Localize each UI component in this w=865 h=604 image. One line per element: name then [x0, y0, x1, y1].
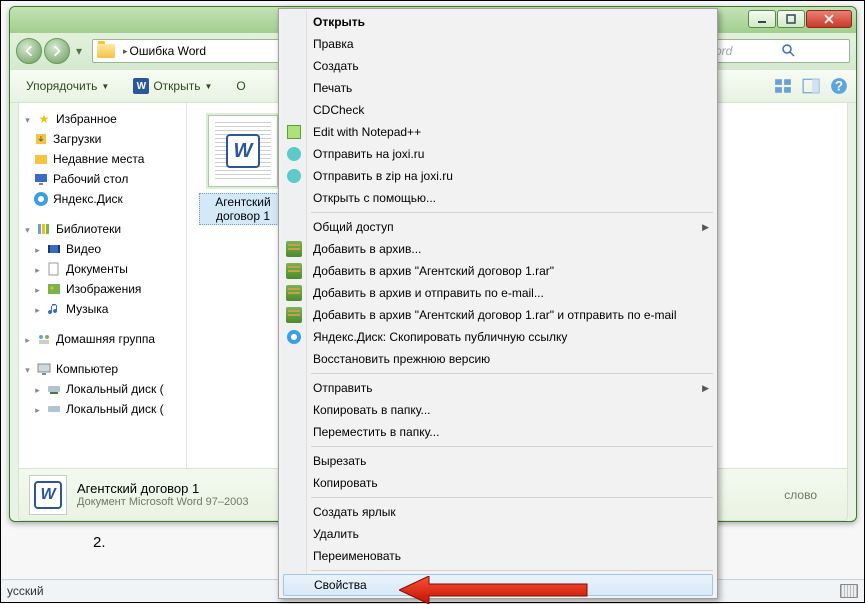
- ctx-cut[interactable]: Вырезать: [281, 450, 715, 472]
- disk-icon: [46, 401, 62, 417]
- details-title: Агентский договор 1: [77, 481, 249, 496]
- file-item[interactable]: W Агентскийдоговор 1: [199, 115, 287, 225]
- ctx-moveto[interactable]: Переместить в папку...: [281, 421, 715, 443]
- downloads-icon: [33, 131, 49, 147]
- details-icon: W: [29, 475, 67, 515]
- list-number: 2.: [93, 534, 106, 551]
- sidebar-item-pictures[interactable]: ▸Изображения: [19, 279, 186, 299]
- nav-history-dropdown[interactable]: ▾: [72, 42, 86, 60]
- search-input[interactable]: ord: [710, 39, 850, 63]
- npp-icon: [285, 123, 303, 141]
- ctx-joxi-zip[interactable]: Отправить в zip на joxi.ru: [281, 165, 715, 187]
- ctx-openwith[interactable]: Открыть с помощью...: [281, 187, 715, 209]
- star-icon: ★: [36, 111, 52, 127]
- ctx-create[interactable]: Создать: [281, 55, 715, 77]
- open-button[interactable]: WОткрыть▼: [125, 74, 220, 98]
- ctx-joxi-send[interactable]: Отправить на joxi.ru: [281, 143, 715, 165]
- libraries-icon: [36, 221, 52, 237]
- details-type: Документ Microsoft Word 97–2003: [77, 496, 249, 508]
- path-segment[interactable]: ▸Ошибка Word: [119, 40, 210, 62]
- ctx-copy[interactable]: Копировать: [281, 472, 715, 494]
- keyboard-icon[interactable]: [840, 584, 858, 598]
- ctx-rename[interactable]: Переименовать: [281, 545, 715, 567]
- submenu-arrow-icon: ▶: [702, 383, 709, 394]
- computer-icon: [36, 361, 52, 377]
- extra-button[interactable]: О: [228, 75, 253, 97]
- documents-icon: [46, 261, 62, 277]
- ctx-yadisk-link[interactable]: Яндекс.Диск: Скопировать публичную ссылк…: [281, 326, 715, 348]
- favorites-group[interactable]: ▾★Избранное: [19, 109, 186, 129]
- yadisk-icon: [33, 191, 49, 207]
- computer-group[interactable]: ▾Компьютер: [19, 359, 186, 379]
- ctx-edit[interactable]: Правка: [281, 33, 715, 55]
- ctx-copyto[interactable]: Копировать в папку...: [281, 399, 715, 421]
- maximize-button[interactable]: [777, 10, 805, 28]
- nav-forward-button[interactable]: [44, 38, 70, 64]
- view-options-button[interactable]: [774, 77, 792, 95]
- annotation-arrow: [399, 576, 589, 604]
- sidebar-item-yadisk[interactable]: Яндекс.Диск: [19, 189, 186, 209]
- minimize-button[interactable]: [748, 10, 776, 28]
- joxi-icon: [285, 145, 303, 163]
- ctx-npp[interactable]: Edit with Notepad++: [281, 121, 715, 143]
- sidebar-item-documents[interactable]: ▸Документы: [19, 259, 186, 279]
- homegroup[interactable]: ▸Домашняя группа: [19, 329, 186, 349]
- search-icon: [780, 42, 845, 61]
- svg-text:?: ?: [835, 79, 843, 94]
- sidebar-item-recent[interactable]: Недавние места: [19, 149, 186, 169]
- rar-icon: [285, 284, 303, 302]
- desktop-icon: [33, 171, 49, 187]
- ctx-cdcheck[interactable]: CDCheck: [281, 99, 715, 121]
- music-icon: [46, 301, 62, 317]
- rar-icon: [285, 306, 303, 324]
- submenu-arrow-icon: ▶: [702, 222, 709, 233]
- sidebar-item-desktop[interactable]: Рабочий стол: [19, 169, 186, 189]
- help-button[interactable]: ?: [830, 77, 848, 95]
- sidebar-item-disk-c[interactable]: ▸Локальный диск (: [19, 379, 186, 399]
- disk-icon: [46, 381, 62, 397]
- ctx-shortcut[interactable]: Создать ярлык: [281, 501, 715, 523]
- sidebar-item-video[interactable]: ▸Видео: [19, 239, 186, 259]
- organize-button[interactable]: Упорядочить▼: [18, 75, 117, 97]
- language-text: усский: [7, 584, 44, 598]
- ctx-rar-addname[interactable]: Добавить в архив "Агентский договор 1.ra…: [281, 260, 715, 282]
- sidebar-item-downloads[interactable]: Загрузки: [19, 129, 186, 149]
- pictures-icon: [46, 281, 62, 297]
- ctx-rar-name-email[interactable]: Добавить в архив "Агентский договор 1.ra…: [281, 304, 715, 326]
- file-thumbnail: W: [208, 115, 278, 187]
- joxi-icon: [285, 167, 303, 185]
- context-menu: Открыть Правка Создать Печать CDCheck Ed…: [278, 8, 718, 599]
- navigation-pane: ▾★Избранное Загрузки Недавние места Рабо…: [19, 103, 187, 468]
- preview-pane-button[interactable]: [802, 77, 820, 95]
- word-icon: W: [133, 78, 149, 94]
- ctx-delete[interactable]: Удалить: [281, 523, 715, 545]
- libraries-group[interactable]: ▾Библиотеки: [19, 219, 186, 239]
- sidebar-item-music[interactable]: ▸Музыка: [19, 299, 186, 319]
- nav-back-button[interactable]: [16, 38, 42, 64]
- path-text: Ошибка Word: [130, 44, 207, 58]
- rar-icon: [285, 262, 303, 280]
- recent-icon: [33, 151, 49, 167]
- ctx-restore[interactable]: Восстановить прежнюю версию: [281, 348, 715, 370]
- sidebar-item-disk-d[interactable]: ▸Локальный диск (: [19, 399, 186, 419]
- homegroup-icon: [36, 331, 52, 347]
- ctx-rar-email[interactable]: Добавить в архив и отправить по e-mail..…: [281, 282, 715, 304]
- ctx-open[interactable]: Открыть: [281, 11, 715, 33]
- close-button[interactable]: [806, 10, 852, 28]
- ctx-sendto[interactable]: Отправить▶: [281, 377, 715, 399]
- folder-icon: [97, 44, 115, 58]
- ctx-share[interactable]: Общий доступ▶: [281, 216, 715, 238]
- video-icon: [46, 241, 62, 257]
- ctx-print[interactable]: Печать: [281, 77, 715, 99]
- word-icon: W: [226, 134, 260, 168]
- rar-icon: [285, 240, 303, 258]
- ctx-rar-add[interactable]: Добавить в архив...: [281, 238, 715, 260]
- yadisk-icon: [285, 328, 303, 346]
- details-extra: слово: [784, 488, 817, 502]
- file-name[interactable]: Агентскийдоговор 1: [199, 193, 287, 225]
- search-placeholder: ord: [715, 44, 780, 58]
